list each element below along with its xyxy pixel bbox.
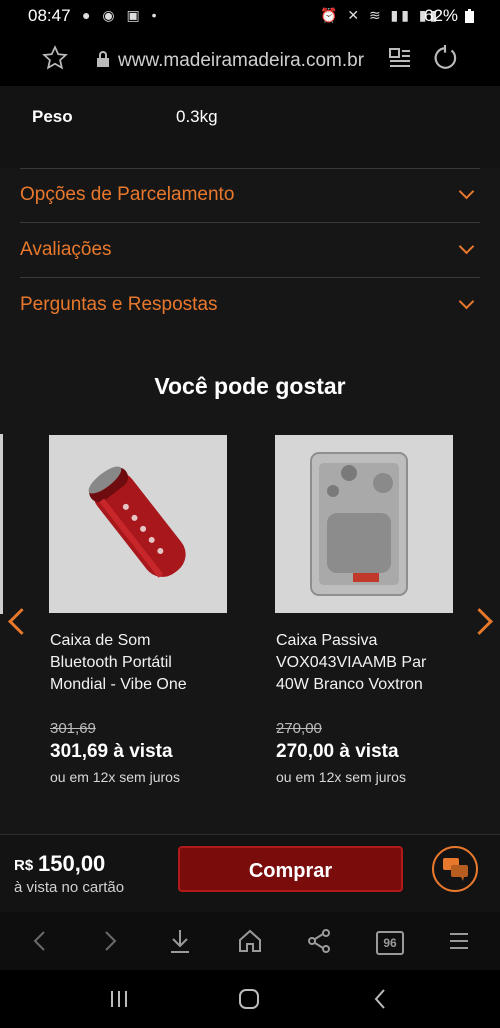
notification-icons: ● ◉ ▣ • bbox=[82, 7, 161, 23]
divider bbox=[20, 222, 480, 223]
old-price: 270,00 bbox=[276, 720, 322, 737]
accordion-label: Opções de Parcelamento bbox=[20, 184, 235, 205]
chat-button[interactable] bbox=[432, 846, 478, 892]
page-content: Peso 0.3kg Opções de Parcelamento Avalia… bbox=[0, 86, 500, 834]
back-icon[interactable] bbox=[30, 930, 50, 952]
product-name-line: 40W Branco Voxtron bbox=[276, 676, 423, 693]
accordion-parcelamento[interactable]: Opções de Parcelamento bbox=[20, 183, 480, 236]
chevron-down-icon bbox=[458, 238, 475, 255]
home-button-icon[interactable] bbox=[237, 987, 261, 1011]
bookmark-star-icon[interactable] bbox=[42, 45, 68, 71]
passive-speaker-image bbox=[310, 452, 408, 596]
product-name-line: Caixa de Som bbox=[50, 632, 151, 649]
chat-bubble-icon bbox=[443, 858, 468, 881]
spec-label: Peso bbox=[32, 107, 73, 126]
status-time: 08:47 bbox=[28, 6, 71, 25]
product-name[interactable]: Caixa de Som Bluetooth Portátil Mondial … bbox=[50, 630, 230, 696]
accordion-label: Avaliações bbox=[20, 239, 112, 260]
download-icon[interactable] bbox=[168, 928, 192, 954]
divider bbox=[20, 168, 480, 169]
product-name-line: VOX043VIAAMB Par bbox=[276, 654, 427, 671]
carousel-next-arrow[interactable] bbox=[466, 608, 493, 635]
tabs-counter[interactable]: 96 bbox=[376, 931, 404, 955]
product-name-line: Bluetooth Portátil bbox=[50, 654, 172, 671]
spec-row: Peso 0.3kg bbox=[0, 86, 500, 168]
accordion-perguntas[interactable]: Perguntas e Respostas bbox=[20, 293, 480, 346]
old-price: 301,69 bbox=[50, 720, 96, 737]
product-card[interactable]: Caixa de Som Bluetooth Portátil Mondial … bbox=[49, 435, 239, 795]
current-price: 301,69 à vista bbox=[50, 741, 173, 762]
product-name[interactable]: Caixa Passiva VOX043VIAAMB Par 40W Branc… bbox=[276, 630, 456, 696]
share-icon[interactable] bbox=[306, 928, 332, 954]
currency-symbol: R$ bbox=[14, 857, 34, 874]
chevron-down-icon bbox=[458, 293, 475, 310]
recommendations-title: Você pode gostar bbox=[154, 373, 346, 399]
forward-icon[interactable] bbox=[100, 930, 120, 952]
status-bar: 08:47 ● ◉ ▣ • ⏰ ✕ ≋ ▮▮ ▮▮ 62% bbox=[0, 0, 500, 32]
current-price: 270,00 à vista bbox=[276, 741, 399, 762]
previous-card-edge bbox=[0, 434, 3, 614]
battery-level: 62% bbox=[424, 6, 459, 25]
price-note: à vista no cartão bbox=[14, 879, 125, 896]
accordion-label: Perguntas e Respostas bbox=[20, 294, 218, 315]
chevron-down-icon bbox=[458, 183, 475, 200]
url-text[interactable]: www.madeiramadeira.com.br bbox=[118, 50, 364, 72]
system-navigation-bar bbox=[0, 970, 500, 1028]
recent-apps-icon[interactable] bbox=[108, 988, 130, 1010]
product-name-line: Mondial - Vibe One bbox=[50, 676, 187, 693]
menu-icon[interactable] bbox=[448, 930, 470, 952]
divider bbox=[20, 277, 480, 278]
spec-value: 0.3kg bbox=[176, 107, 218, 126]
battery-icon bbox=[465, 9, 474, 23]
installments: ou em 12x sem juros bbox=[50, 769, 180, 785]
home-icon[interactable] bbox=[237, 928, 263, 954]
product-card[interactable]: Caixa Passiva VOX043VIAAMB Par 40W Branc… bbox=[275, 435, 465, 795]
product-image[interactable] bbox=[49, 435, 227, 613]
lock-icon bbox=[97, 51, 109, 67]
product-name-line: Caixa Passiva bbox=[276, 632, 378, 649]
accordion-avaliacoes[interactable]: Avaliações bbox=[20, 238, 480, 291]
carousel-prev-arrow[interactable] bbox=[8, 608, 35, 635]
installments: ou em 12x sem juros bbox=[276, 769, 406, 785]
buy-price: 150,00 bbox=[38, 851, 106, 876]
browser-toolbar: 96 bbox=[0, 912, 500, 970]
buy-button[interactable]: Comprar bbox=[178, 846, 403, 892]
reader-mode-icon[interactable] bbox=[388, 46, 412, 70]
reload-icon[interactable] bbox=[432, 45, 458, 71]
bluetooth-speaker-image bbox=[88, 466, 186, 578]
browser-address-bar: www.madeiramadeira.com.br bbox=[0, 32, 500, 86]
product-image[interactable] bbox=[275, 435, 453, 613]
system-back-icon[interactable] bbox=[370, 987, 390, 1011]
system-icons: ⏰ ✕ ≋ ▮▮ ▮▮ bbox=[320, 7, 441, 23]
